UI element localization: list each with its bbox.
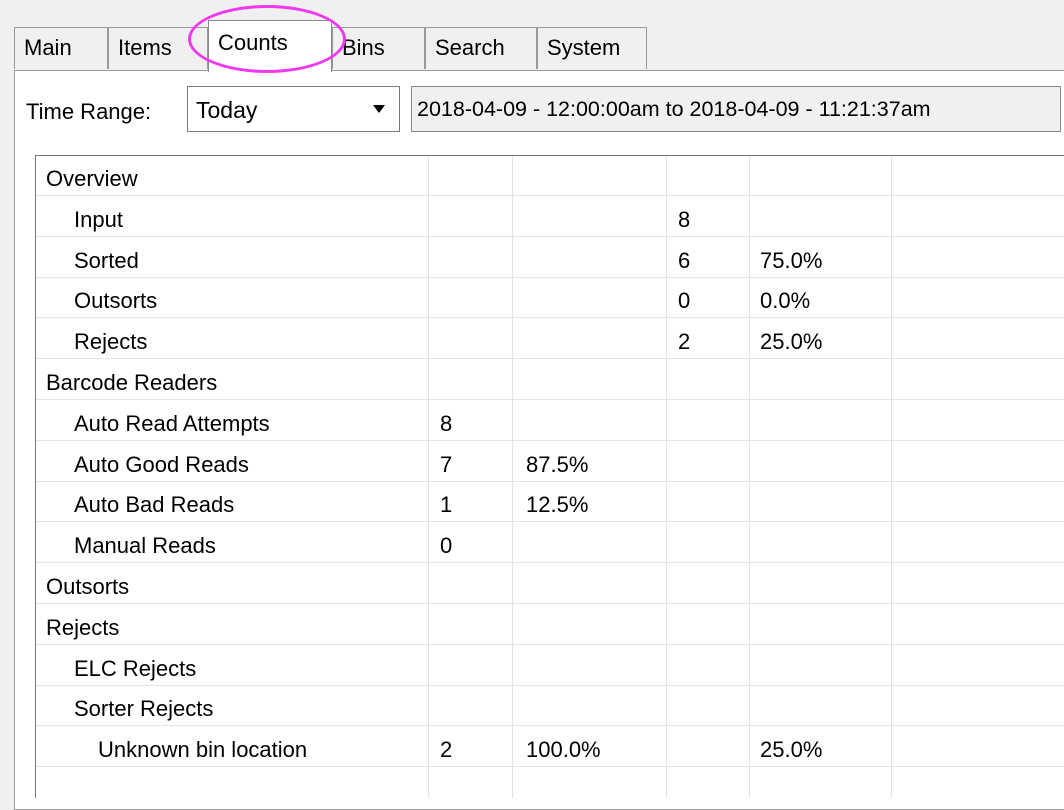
row-value: 8 — [678, 206, 691, 232]
table-row[interactable]: ELC Rejects — [36, 646, 1064, 686]
row-label: Overview — [46, 166, 138, 191]
table-row[interactable]: Rejects — [36, 605, 1064, 645]
table-row[interactable]: Outsorts — [36, 564, 1064, 604]
table-row[interactable]: Rejects 2 25.0% — [36, 319, 1064, 360]
table-row[interactable]: Auto Read Attempts 8 — [36, 401, 1064, 441]
row-value: 0.0% — [760, 288, 811, 314]
row-label: Auto Good Reads — [74, 451, 249, 477]
row-value: 0 — [440, 533, 453, 559]
table-row[interactable]: Overview — [36, 156, 1064, 196]
row-value: 75.0% — [760, 247, 823, 273]
row-label: Auto Bad Reads — [74, 492, 235, 518]
table-row[interactable]: Auto Bad Reads 1 12.5% — [36, 482, 1064, 523]
row-label: Outsorts — [46, 574, 130, 599]
row-label: Sorted — [74, 247, 139, 273]
row-value: 1 — [440, 492, 453, 518]
tab-search[interactable]: Search — [425, 27, 537, 69]
time-range-selected: Today — [196, 97, 258, 123]
table-row[interactable]: Manual Reads 0 — [36, 523, 1064, 564]
row-label: Rejects — [46, 614, 120, 640]
row-value: 2 — [440, 737, 453, 763]
row-value: 25.0% — [760, 737, 823, 763]
table-row[interactable]: Sorter Rejects — [36, 686, 1064, 727]
row-label: Unknown bin location — [98, 737, 308, 763]
tab-bins[interactable]: Bins — [332, 27, 425, 69]
table-row[interactable]: Barcode Readers — [36, 360, 1064, 400]
row-value: 0 — [678, 288, 691, 314]
row-label: Input — [74, 206, 123, 232]
row-value: 100.0% — [526, 737, 601, 763]
row-value: 87.5% — [526, 451, 589, 477]
time-range-label: Time Range: — [26, 99, 152, 124]
dropdown-arrow-icon — [373, 105, 385, 113]
tab-items[interactable]: Items — [108, 27, 208, 69]
row-label: Auto Read Attempts — [74, 410, 270, 436]
time-range-display: 2018-04-09 - 12:00:00am to 2018-04-09 - … — [411, 86, 1061, 132]
row-label: Sorter Rejects — [74, 696, 214, 722]
tab-main[interactable]: Main — [14, 27, 108, 69]
row-label: Rejects — [74, 329, 148, 355]
tab-counts[interactable]: Counts — [208, 20, 332, 72]
row-value: 2 — [678, 329, 691, 355]
row-value: 8 — [440, 410, 453, 436]
row-value: 6 — [678, 247, 691, 273]
time-range-dropdown[interactable]: Today — [187, 86, 400, 132]
table-row[interactable] — [36, 768, 1064, 798]
row-label: Outsorts — [74, 288, 158, 314]
row-label: Barcode Readers — [46, 370, 218, 395]
tab-system[interactable]: System — [537, 27, 647, 69]
table-row[interactable]: Unknown bin location 2 100.0% 25.0% — [36, 727, 1064, 768]
row-value: 7 — [440, 451, 453, 477]
row-label: Manual Reads — [74, 533, 216, 559]
table-row[interactable]: Input 8 — [36, 197, 1064, 237]
row-value: 25.0% — [760, 329, 823, 355]
row-label: ELC Rejects — [74, 655, 197, 681]
counts-grid: Overview Input 8 Sorted 6 75.0% Outsorts 0 0.0% R… — [35, 155, 1064, 798]
row-value: 12.5% — [526, 492, 589, 518]
table-row[interactable]: Auto Good Reads 7 87.5% — [36, 442, 1064, 482]
table-row[interactable]: Sorted 6 75.0% — [36, 238, 1064, 278]
table-row[interactable]: Outsorts 0 0.0% — [36, 278, 1064, 319]
